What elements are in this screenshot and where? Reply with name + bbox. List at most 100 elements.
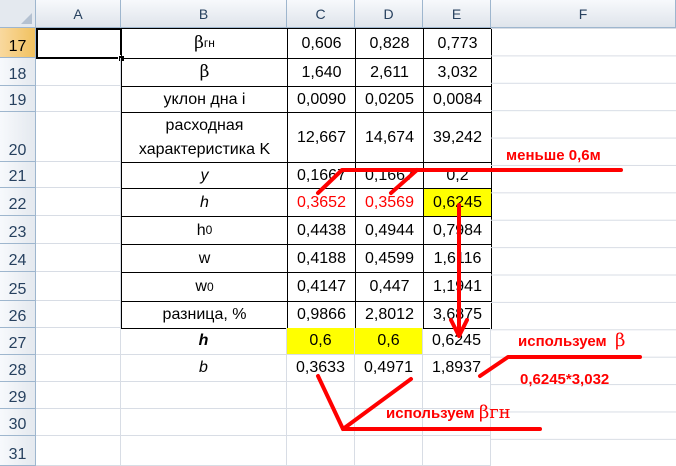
row-header-23[interactable]: 23 [0,216,36,244]
cell-e28[interactable]: 1,8937 [423,355,491,382]
cell-a26[interactable] [36,301,121,328]
cell-c30[interactable] [287,409,355,436]
cell-a31[interactable] [36,436,121,466]
cell-d24[interactable]: 0,4599 [355,244,424,273]
cell-b21[interactable]: y [121,162,288,189]
cell-d23[interactable]: 0,4944 [355,216,424,245]
row-header-26[interactable]: 26 [0,301,36,328]
cell-d20[interactable]: 14,674 [355,112,424,163]
column-f-grid[interactable] [491,28,676,466]
cell-b24[interactable]: w [121,244,288,273]
row-header-30[interactable]: 30 [0,409,36,436]
cell-c20[interactable]: 12,667 [287,112,356,163]
cell-d28[interactable]: 0,4971 [355,355,423,382]
row-header-18[interactable]: 18 [0,58,36,86]
cell-e21[interactable]: 0,2 [423,162,492,189]
cell-e24[interactable]: 1,6116 [423,244,492,273]
cell-e31[interactable] [423,436,491,466]
cell-e18[interactable]: 3,032 [423,58,492,87]
column-header-e[interactable]: E [423,0,491,28]
cell-e22[interactable]: 0,6245 [423,188,492,217]
annotation-formula: 0,6245*3,032 [520,371,610,388]
cell-d19[interactable]: 0,0205 [355,86,424,113]
cell-d26[interactable]: 2,8012 [355,301,424,329]
cell-c19[interactable]: 0,0090 [287,86,356,113]
cell-c31[interactable] [287,436,355,466]
cell-a25[interactable] [36,272,121,301]
select-all-corner[interactable] [0,0,36,28]
cell-b30[interactable] [121,409,287,436]
cell-a29[interactable] [36,382,121,409]
cell-b18[interactable]: β [121,58,288,87]
cell-a20[interactable] [36,112,121,162]
cell-b27[interactable]: h [121,328,287,355]
annotation-less-than: меньше 0,6м [506,147,601,164]
cell-e27[interactable]: 0,6245 [423,328,491,355]
column-header-b[interactable]: B [121,0,287,28]
cell-b26[interactable]: разница, % [121,301,288,329]
cell-c18[interactable]: 1,640 [287,58,356,87]
cell-e20[interactable]: 39,242 [423,112,492,163]
cell-c17[interactable]: 0,606 [287,28,356,59]
cell-c23[interactable]: 0,4438 [287,216,356,245]
row-header-31[interactable]: 31 [0,436,36,466]
cell-d31[interactable] [355,436,423,466]
row-header-17[interactable]: 17 [0,28,36,58]
row-header-22[interactable]: 22 [0,188,36,216]
cell-e17[interactable]: 0,773 [423,28,492,59]
row-header-29[interactable]: 29 [0,382,36,409]
cell-a18[interactable] [36,58,121,86]
column-header-a[interactable]: A [36,0,121,28]
annotation-use-beta-gn: используем βгн [386,402,511,423]
cell-c27[interactable]: 0,6 [287,328,355,355]
cell-b29[interactable] [121,382,287,409]
row-header-19[interactable]: 19 [0,86,36,112]
cell-e19[interactable]: 0,0084 [423,86,492,113]
cell-d27[interactable]: 0,6 [355,328,423,355]
cell-d17[interactable]: 0,828 [355,28,424,59]
cell-c24[interactable]: 0,4188 [287,244,356,273]
cell-b19[interactable]: уклон дна i [121,86,288,113]
cell-c26[interactable]: 0,9866 [287,301,356,329]
cell-b31[interactable] [121,436,287,466]
column-header-c[interactable]: C [287,0,355,28]
cell-a21[interactable] [36,162,121,188]
cell-c28[interactable]: 0,3633 [287,355,355,382]
row-header-20[interactable]: 20 [0,112,36,162]
cell-b25[interactable]: w0 [121,272,288,302]
cell-b23[interactable]: h 0 [121,216,288,245]
cell-e26[interactable]: 3,6875 [423,301,492,329]
cell-c25[interactable]: 0,4147 [287,272,356,302]
cell-e23[interactable]: 0,7984 [423,216,492,245]
row-header-27[interactable]: 27 [0,328,36,355]
cell-b20[interactable]: расходная характеристика K [121,112,288,163]
cell-a30[interactable] [36,409,121,436]
row-header-25[interactable]: 25 [0,272,36,301]
beta-gn-label: β [194,33,204,54]
cell-a23[interactable] [36,216,121,244]
row-header-24[interactable]: 24 [0,244,36,272]
annotation-use-beta: используем β [518,330,626,351]
cell-a19[interactable] [36,86,121,112]
row-header-28[interactable]: 28 [0,355,36,382]
cell-c22[interactable]: 0,3652 [287,188,356,217]
cell-b28[interactable]: b [121,355,287,382]
cell-a17[interactable] [36,28,122,59]
cell-c21[interactable]: 0,1667 [287,162,356,189]
cell-c29[interactable] [287,382,355,409]
cell-d21[interactable]: 0,1667 [355,162,424,189]
cell-d25[interactable]: 0,447 [355,272,424,302]
cell-e25[interactable]: 1,1941 [423,272,492,302]
cell-d18[interactable]: 2,611 [355,58,424,87]
cell-a24[interactable] [36,244,121,272]
spreadsheet-grid[interactable]: A B C D E F 17 18 19 20 21 22 23 24 25 2… [0,0,676,466]
cell-b22[interactable]: h [121,188,288,217]
column-header-f[interactable]: F [491,0,676,28]
row-header-21[interactable]: 21 [0,162,36,188]
cell-a22[interactable] [36,188,121,216]
cell-a27[interactable] [36,328,121,355]
column-header-d[interactable]: D [355,0,423,28]
cell-d22[interactable]: 0,3569 [355,188,424,217]
cell-b17[interactable]: β гн [121,28,288,59]
cell-a28[interactable] [36,355,121,382]
